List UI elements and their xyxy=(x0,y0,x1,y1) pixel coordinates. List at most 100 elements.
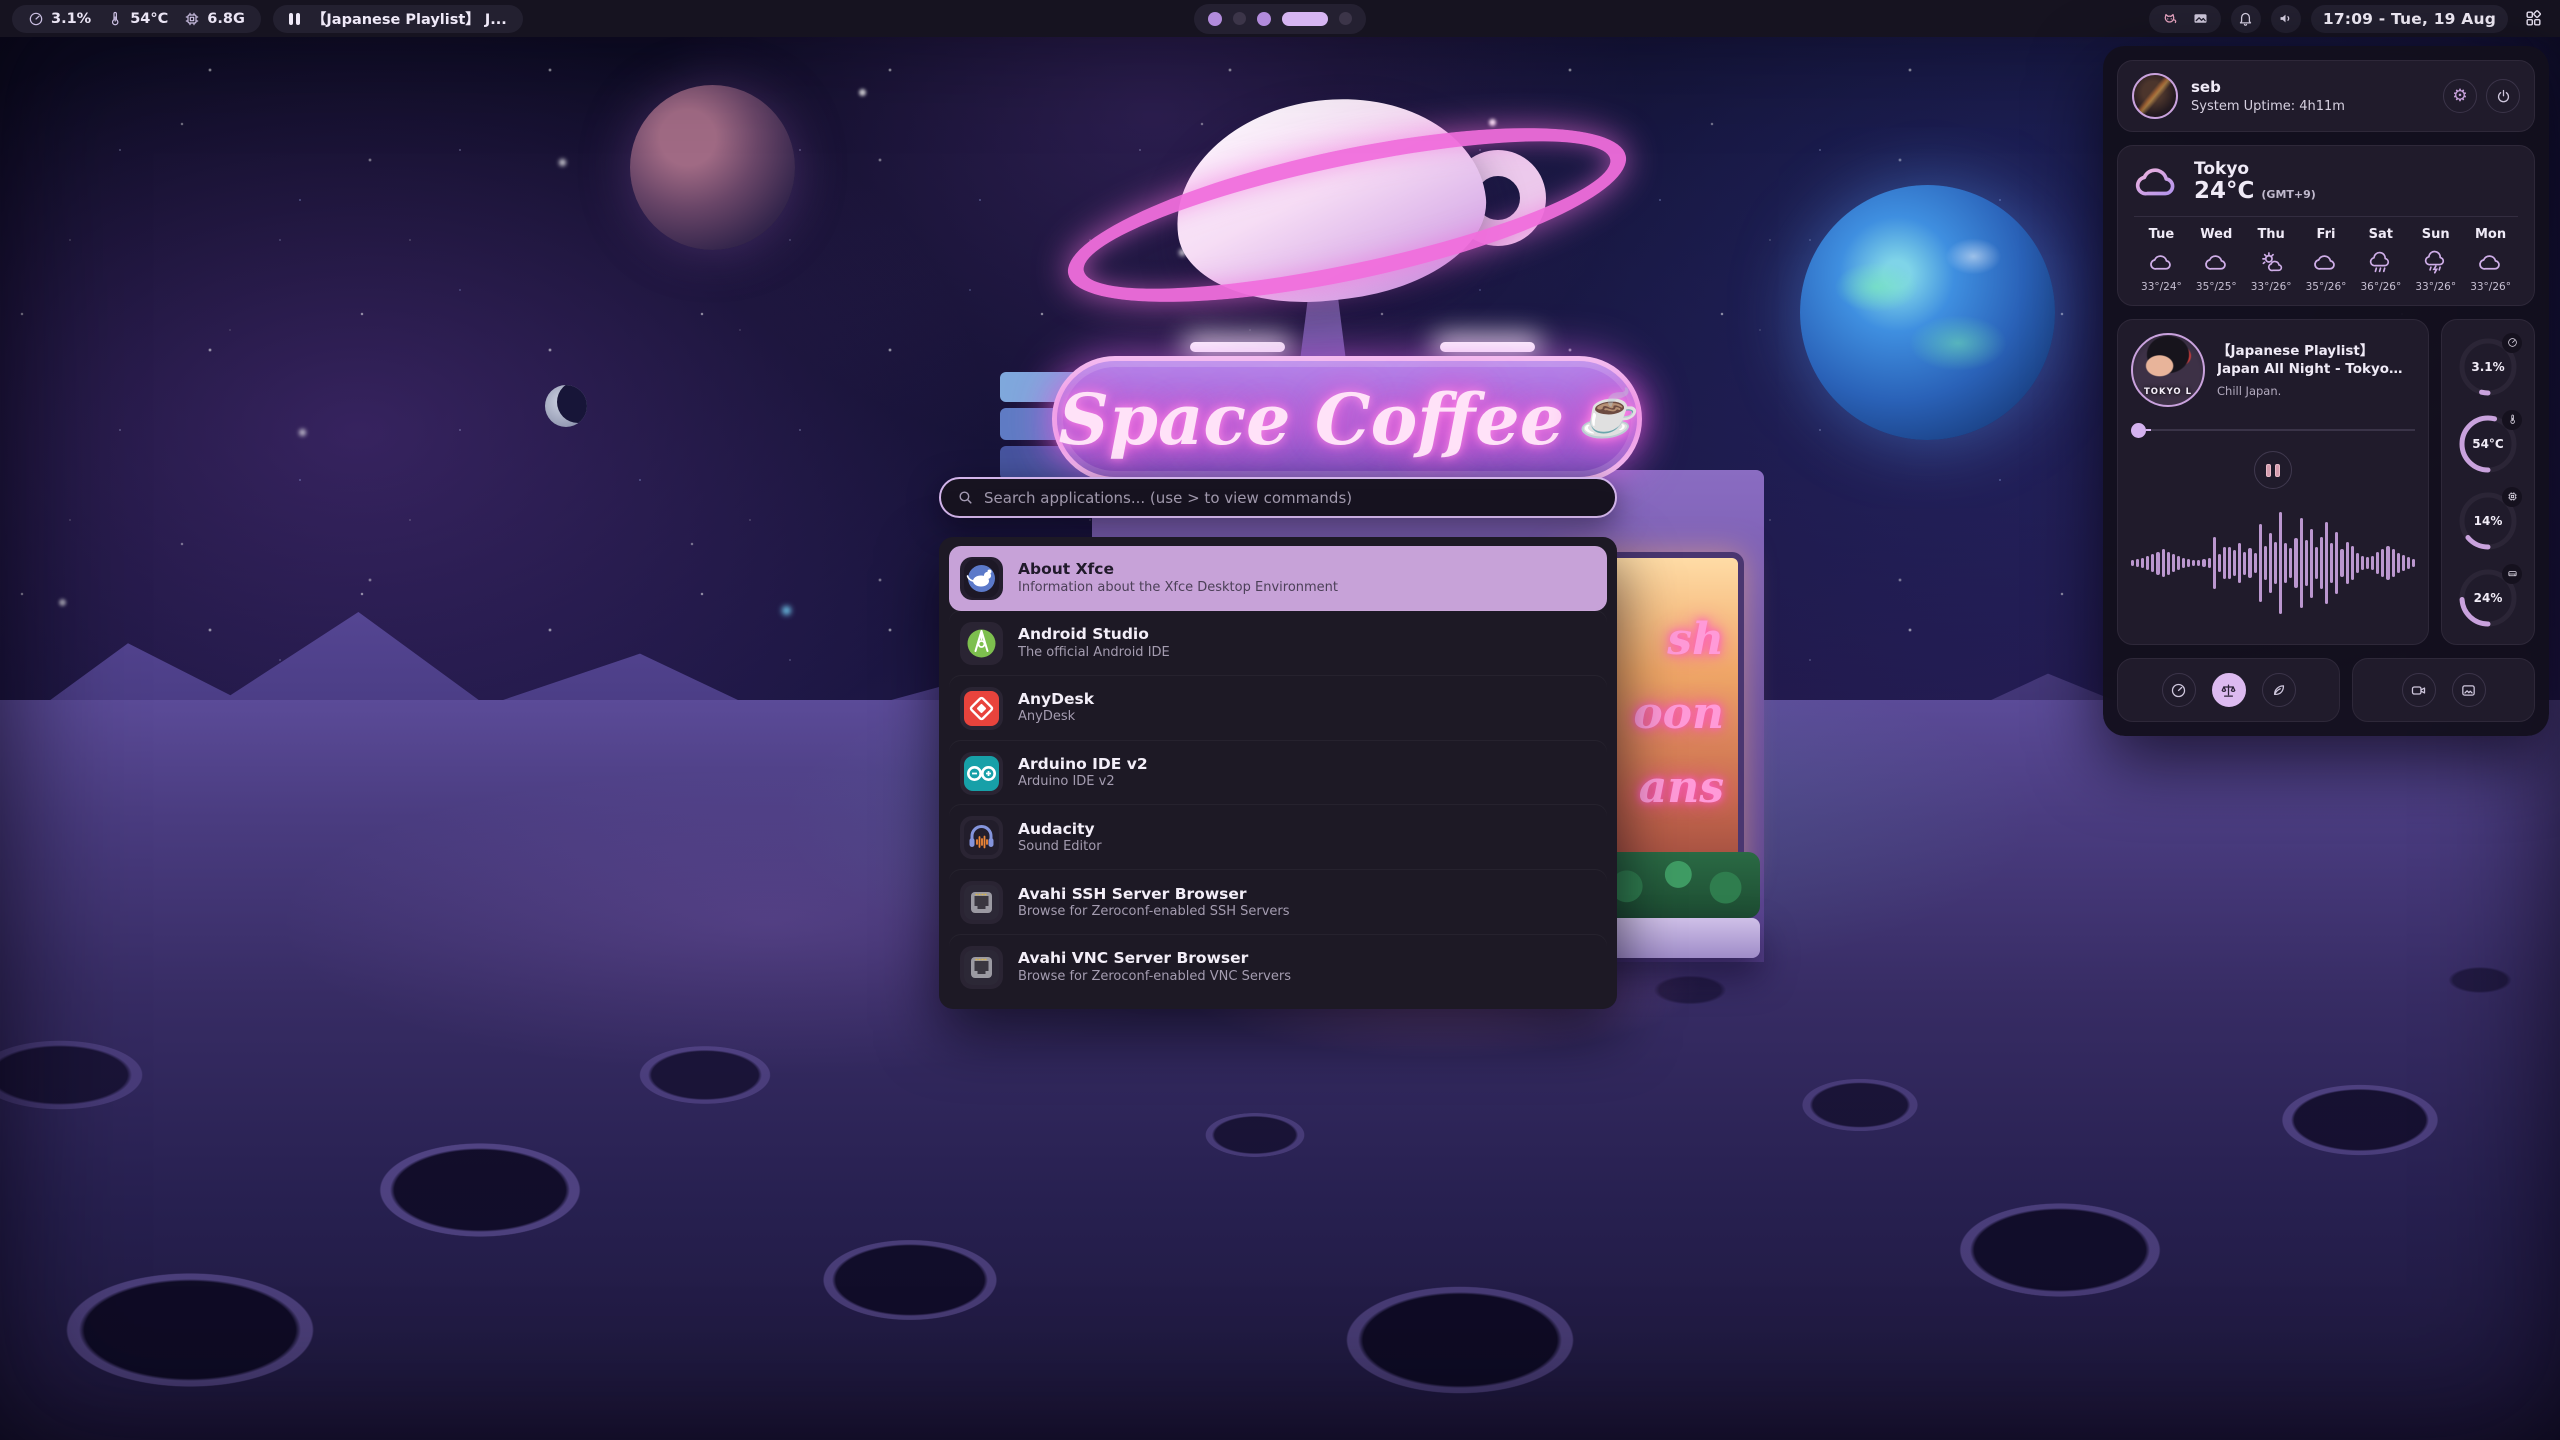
system-uptime: System Uptime: 4h11m xyxy=(2191,99,2345,114)
gauge-icon xyxy=(2502,333,2522,353)
disk-gauge: 24% xyxy=(2456,566,2520,630)
desktop: sh oon ans Space Coffee☕ 3.1% xyxy=(0,0,2560,1440)
now-playing-label: 【Japanese Playlist】 J... xyxy=(312,8,507,29)
performance-mode-button[interactable] xyxy=(2162,673,2196,707)
side-panel: seb System Uptime: 4h11m ⚙ Tokyo 24°C xyxy=(2103,46,2549,736)
pause-button[interactable] xyxy=(2254,451,2292,489)
app-title: Avahi VNC Server Browser xyxy=(1018,949,1291,968)
leaf-icon xyxy=(2270,682,2287,699)
memory-gauge: 14% xyxy=(2456,489,2520,553)
workspace-dot[interactable] xyxy=(1208,12,1222,26)
clock[interactable]: 17:09 - Tue, 19 Aug xyxy=(2311,5,2508,33)
power-button[interactable] xyxy=(2486,79,2520,113)
scales-icon xyxy=(2220,682,2237,699)
app-grid-button[interactable] xyxy=(2518,5,2548,33)
seek-handle[interactable] xyxy=(2131,423,2146,438)
pause-icon xyxy=(2266,464,2271,477)
audacity-icon xyxy=(960,816,1003,859)
workspace-dot[interactable] xyxy=(1282,12,1328,26)
forecast-day-label: Fri xyxy=(2299,227,2354,242)
now-playing-pill[interactable]: 【Japanese Playlist】 J... xyxy=(273,5,523,33)
top-bar: 3.1% 54°C 6.8G 【Japanese Playlist】 J... xyxy=(0,0,2560,37)
forecast-temps: 33°/26° xyxy=(2463,281,2518,293)
system-gauges-card: 3.1% 54°C 14% xyxy=(2441,319,2535,645)
forecast-day-label: Thu xyxy=(2244,227,2299,242)
android-studio-icon xyxy=(960,622,1003,665)
workspace-dot[interactable] xyxy=(1233,12,1246,25)
balanced-mode-button[interactable] xyxy=(2212,673,2246,707)
cpu-gauge: 3.1% xyxy=(2456,335,2520,399)
forecast-day-label: Sun xyxy=(2408,227,2463,242)
track-artist: Chill Japan. xyxy=(2217,384,2415,398)
weather-city: Tokyo xyxy=(2194,160,2316,180)
app-title: Android Studio xyxy=(1018,625,1170,644)
divider xyxy=(2134,216,2518,217)
app-row-arduino[interactable]: Arduino IDE v2 Arduino IDE v2 xyxy=(949,741,1607,806)
app-row-about-xfce[interactable]: About Xfce Information about the Xfce De… xyxy=(949,546,1607,611)
workspace-dot[interactable] xyxy=(1257,12,1271,26)
thermometer-icon xyxy=(2502,410,2522,430)
anydesk-icon xyxy=(960,687,1003,730)
app-title: Arduino IDE v2 xyxy=(1018,755,1148,774)
app-row-android-studio[interactable]: Android Studio The official Android IDE xyxy=(949,611,1607,676)
volume-button[interactable] xyxy=(2271,5,2301,33)
app-row-avahi-ssh[interactable]: Avahi SSH Server Browser Browse for Zero… xyxy=(949,870,1607,935)
app-row-audacity[interactable]: Audacity Sound Editor xyxy=(949,805,1607,870)
app-row-avahi-vnc[interactable]: Avahi VNC Server Browser Browse for Zero… xyxy=(949,935,1607,1000)
power-modes-card xyxy=(2117,658,2340,722)
pet-icon[interactable] xyxy=(2161,10,2178,27)
forecast-day-label: Tue xyxy=(2134,227,2189,242)
settings-button[interactable]: ⚙ xyxy=(2443,79,2477,113)
power-icon xyxy=(2495,88,2512,105)
cloud-icon xyxy=(2149,250,2174,275)
app-description: Browse for Zeroconf-enabled VNC Servers xyxy=(1018,969,1291,986)
forecast-day-label: Mon xyxy=(2463,227,2518,242)
forecast-temps: 33°/26° xyxy=(2408,281,2463,293)
system-stats: 3.1% 54°C 6.8G xyxy=(12,5,261,33)
powersave-mode-button[interactable] xyxy=(2262,673,2296,707)
tray-pill xyxy=(2149,5,2221,33)
sun-cloud-icon xyxy=(2259,250,2284,275)
app-description: Information about the Xfce Desktop Envir… xyxy=(1018,580,1338,597)
forecast-day-label: Wed xyxy=(2189,227,2244,242)
clock-text: 17:09 - Tue, 19 Aug xyxy=(2323,10,2496,28)
weather-card: Tokyo 24°C (GMT+9) Tue Wed Thu Fri Sat S… xyxy=(2117,145,2535,306)
temp-stat: 54°C xyxy=(107,11,168,27)
app-description: AnyDesk xyxy=(1018,709,1094,726)
app-row-anydesk[interactable]: AnyDesk AnyDesk xyxy=(949,676,1607,741)
app-title: Audacity xyxy=(1018,820,1102,839)
forecast-temps: 36°/26° xyxy=(2353,281,2408,293)
app-search-bar[interactable] xyxy=(939,477,1617,518)
forecast-temps: 33°/24° xyxy=(2134,281,2189,293)
app-results-list: About Xfce Information about the Xfce De… xyxy=(939,537,1617,1009)
bell-icon xyxy=(2237,10,2254,27)
screen-record-button[interactable] xyxy=(2402,673,2436,707)
gauge-icon xyxy=(2170,682,2187,699)
cloud-icon xyxy=(2204,250,2229,275)
weather-temp: 24°C xyxy=(2194,179,2254,204)
seek-slider[interactable] xyxy=(2131,423,2415,437)
storm-cloud-icon xyxy=(2423,250,2448,275)
notifications-button[interactable] xyxy=(2231,5,2261,33)
gear-icon: ⚙ xyxy=(2452,88,2467,105)
chip-icon xyxy=(184,11,200,27)
username: seb xyxy=(2191,78,2345,96)
memory-stat: 6.8G xyxy=(184,11,245,27)
search-input[interactable] xyxy=(984,489,1599,507)
track-title: 【Japanese Playlist】 Japan All Night - To… xyxy=(2217,342,2415,378)
forecast-temps: 35°/25° xyxy=(2189,281,2244,293)
workspace-dot[interactable] xyxy=(1339,12,1352,25)
workspace-indicator xyxy=(1194,4,1366,34)
wallpaper-icon[interactable] xyxy=(2192,10,2209,27)
app-title: About Xfce xyxy=(1018,560,1338,579)
forecast-day-label: Sat xyxy=(2353,227,2408,242)
temperature-gauge: 54°C xyxy=(2456,412,2520,476)
screenshot-button[interactable] xyxy=(2452,673,2486,707)
avatar xyxy=(2132,73,2178,119)
xfce-mouse-icon xyxy=(960,557,1003,600)
user-card: seb System Uptime: 4h11m ⚙ xyxy=(2117,60,2535,132)
weather-timezone: (GMT+9) xyxy=(2261,189,2315,201)
gauge-icon xyxy=(28,11,44,27)
arduino-icon xyxy=(960,752,1003,795)
video-icon xyxy=(2410,682,2427,699)
